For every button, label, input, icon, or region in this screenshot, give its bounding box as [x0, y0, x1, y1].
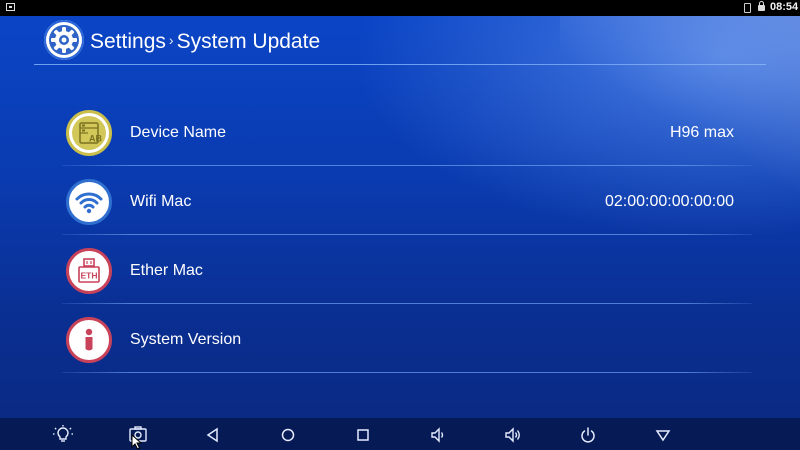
svg-text:ETH: ETH [81, 271, 98, 281]
system-version-label: System Version [130, 331, 242, 348]
header-divider [34, 64, 766, 65]
wifi-mac-value: 02:00:00:00:00:00 [604, 193, 734, 210]
row-divider [62, 303, 752, 304]
volume-down-icon[interactable] [427, 424, 449, 446]
screen-notification-icon [6, 3, 15, 11]
navigation-bar [0, 418, 800, 450]
recents-icon[interactable] [352, 424, 374, 446]
page-title: Settings › System Update [90, 28, 320, 54]
breadcrumb-system-update: System Update [176, 30, 321, 53]
ether-mac-row[interactable]: ETH Ether Mac [62, 240, 752, 304]
lock-icon [758, 1, 765, 11]
no-sim-icon [744, 3, 751, 13]
device-name-value: H96 max [669, 124, 734, 141]
ether-mac-label: Ether Mac [130, 262, 203, 279]
home-icon[interactable] [277, 424, 299, 446]
row-divider [62, 372, 752, 373]
row-divider [62, 234, 752, 235]
system-version-row[interactable]: System Version [62, 309, 752, 373]
device-name-label: Device Name [130, 124, 227, 141]
row-divider [62, 165, 752, 166]
wifi-mac-row[interactable]: Wifi Mac 02:00:00:00:00:00 [62, 171, 752, 235]
mouse-pointer-icon [131, 434, 143, 450]
clock: 08:54 [770, 1, 799, 13]
settings-gear-icon[interactable] [44, 20, 84, 60]
device-name-icon: AB [66, 110, 112, 156]
breadcrumb-separator: › [168, 32, 174, 48]
status-bar: 08:54 [0, 0, 800, 16]
svg-text:AB: AB [89, 134, 102, 144]
menu-down-icon[interactable] [652, 424, 674, 446]
volume-up-icon[interactable] [502, 424, 524, 446]
back-icon[interactable] [202, 424, 224, 446]
wifi-mac-label: Wifi Mac [130, 193, 192, 210]
info-icon [66, 317, 112, 363]
power-icon[interactable] [577, 424, 599, 446]
device-name-row[interactable]: AB Device Name H96 max [62, 102, 752, 166]
breadcrumb-settings[interactable]: Settings [90, 30, 166, 53]
brightness-icon[interactable] [52, 424, 74, 446]
ethernet-icon: ETH [66, 248, 112, 294]
settings-screen: Settings › System Update AB Device Name H9… [0, 16, 800, 418]
wifi-icon [66, 179, 112, 225]
